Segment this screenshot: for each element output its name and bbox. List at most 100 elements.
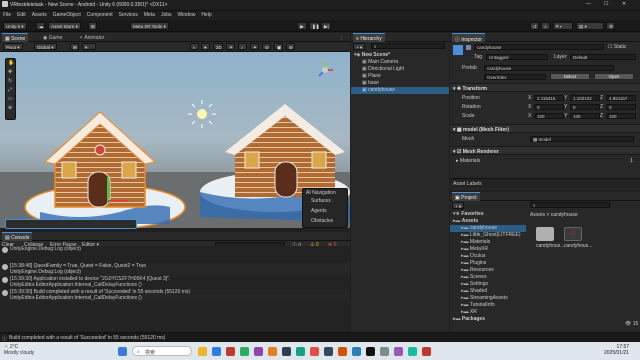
project-tree-item[interactable]: ▸▬ Scenes	[450, 274, 526, 281]
project-tree-item[interactable]: ▸▬ candyhouse	[450, 225, 526, 232]
menu-services[interactable]: Services	[116, 11, 141, 18]
transform-y-field[interactable]: 1.102102	[570, 95, 600, 101]
tab-console[interactable]: ▤ Console	[2, 232, 33, 241]
asset-folder-item[interactable]: candyhous...	[536, 227, 564, 249]
hierarchy-item[interactable]: ▣ Directional Light	[351, 66, 449, 73]
transform-y-field[interactable]: 100	[570, 113, 600, 119]
transform-tool-icon[interactable]: ⊕	[8, 105, 12, 111]
project-tree-item[interactable]: ▸▬ Little_Ghost(LITFREE)	[450, 232, 526, 239]
asset-model-item[interactable]: ⌂ candyhous...	[564, 227, 592, 249]
taskbar-app-blue-icon[interactable]	[352, 347, 361, 356]
transform-z-field[interactable]: 100	[606, 113, 636, 119]
taskbar-app-mint-icon[interactable]	[408, 347, 417, 356]
transform-header[interactable]: ▾ ✥ Transform	[450, 83, 640, 92]
project-tree-item[interactable]: ▸▬ Plugins	[450, 260, 526, 267]
console-log-row[interactable]: [15:39:30] Application installed to devi…	[0, 276, 350, 289]
project-tree-item[interactable]: ▸▬ TutorialInfo	[450, 302, 526, 309]
shading-solid-icon[interactable]: ●	[201, 43, 210, 50]
taskbar-app-unity-icon[interactable]	[366, 347, 375, 356]
project-tree-item[interactable]: ▸▬ Resources	[450, 267, 526, 274]
object-name-field[interactable]: candyhouse	[474, 44, 604, 50]
axis-z-label[interactable]: Z	[600, 95, 603, 101]
history-icon[interactable]: ↺	[530, 22, 539, 30]
shading-wire-icon[interactable]: ◐	[190, 43, 199, 50]
taskbar-app-dark-icon[interactable]	[282, 347, 291, 356]
menu-file[interactable]: File	[0, 11, 14, 18]
tag-dropdown[interactable]: Untagged	[486, 54, 548, 60]
axis-y-label[interactable]: Y	[564, 104, 567, 110]
project-tree-item[interactable]: ▸▬ Shaded	[450, 288, 526, 295]
menu-assets[interactable]: Assets	[29, 11, 50, 18]
materials-foldout[interactable]: ▸ Materials	[456, 158, 480, 164]
axis-y-label[interactable]: Y	[564, 95, 567, 101]
start-windows-icon[interactable]	[118, 347, 127, 356]
console-log-row[interactable]: [15:38:48] QuestFamily = True, Quest = F…	[0, 263, 350, 276]
hierarchy-item[interactable]: ▣ base	[351, 80, 449, 87]
grid-snap-icon[interactable]: ⊞	[70, 43, 79, 50]
taskbar-app-edge-icon[interactable]	[212, 347, 221, 356]
project-tree-item[interactable]: ▸▬ MetaXR	[450, 246, 526, 253]
overrides-dropdown[interactable]: Overrides	[484, 74, 546, 80]
prefab-open-button[interactable]: Open	[594, 73, 634, 80]
console-log-row[interactable]: [15:39:30] Build completed with a result…	[0, 289, 350, 302]
camera-icon[interactable]: ▣	[274, 43, 283, 50]
tab-project[interactable]: ▣ Project	[452, 192, 480, 201]
hierarchy-item[interactable]: ▾◈ New Scene*	[351, 52, 449, 59]
tab-scene[interactable]: ▦ Scene	[2, 33, 29, 42]
hidden-objects-icon[interactable]: ⊘	[262, 43, 271, 50]
snap-dropdown[interactable]: ▾	[82, 43, 96, 50]
transform-x-field[interactable]: 2.116315	[534, 95, 564, 101]
axis-z-label[interactable]: Z	[600, 113, 603, 119]
asset-store-button[interactable]: Asset Store ▾	[48, 22, 81, 30]
pivot-dropdown[interactable]: Pivot ▾	[3, 43, 23, 50]
clock[interactable]: 17:57 2025/01/21	[604, 344, 629, 356]
taskbar-app-crimson-icon[interactable]	[422, 347, 431, 356]
axis-x-label[interactable]: X	[528, 95, 531, 101]
hierarchy-item[interactable]: ▣ Main Camera	[351, 59, 449, 66]
project-tree-item[interactable]: ▸▬ Packages	[450, 316, 526, 323]
view-2d-button[interactable]: 2D	[213, 43, 223, 50]
axis-x-label[interactable]: X	[528, 113, 531, 119]
menu-jobs[interactable]: Jobs	[158, 11, 175, 18]
layers-dropdown[interactable]: ⌗ ▾	[553, 22, 573, 30]
menu-help[interactable]: Help	[198, 11, 214, 18]
project-tree-item[interactable]: ▸▬ Assets	[450, 218, 526, 225]
project-tree-item[interactable]: ▸▬ StreamingAssets	[450, 295, 526, 302]
layer-dropdown[interactable]: Default	[570, 54, 636, 60]
effects-icon[interactable]: ✦	[250, 43, 259, 50]
maximize-button[interactable]: ☐	[604, 1, 608, 7]
menu-edit[interactable]: Edit	[14, 11, 29, 18]
scene-menu-icon[interactable]: ⋮	[336, 33, 347, 42]
taskbar-search[interactable]: ⌕ 検索	[132, 346, 192, 356]
move-tool-icon[interactable]: ✥	[8, 69, 12, 75]
meta-tools-button[interactable]: Meta XR Tools ▾	[130, 22, 169, 30]
taskbar-app-youtube-icon[interactable]	[310, 347, 319, 356]
menu-meta[interactable]: Meta	[141, 11, 158, 18]
taskbar-app-red-icon[interactable]	[226, 347, 235, 356]
rect-tool-icon[interactable]: ▭	[8, 96, 13, 102]
minimize-button[interactable]: —	[586, 1, 591, 7]
breadcrumb-root[interactable]: Assets	[530, 212, 545, 218]
extensions-icon[interactable]: ⊞	[88, 22, 97, 30]
layout-dropdown[interactable]: ▤ ▾	[576, 22, 604, 30]
step-icon[interactable]: ▶|	[321, 22, 331, 30]
taskbar-app-gray-icon[interactable]	[380, 347, 389, 356]
transform-x-field[interactable]: 0	[534, 104, 564, 110]
close-button[interactable]: ✕	[622, 1, 626, 7]
ai-nav-surfaces[interactable]: Surfaces	[311, 198, 331, 204]
menu-window[interactable]: Window	[175, 11, 199, 18]
rotate-tool-icon[interactable]: ↻	[8, 78, 12, 84]
tab-game[interactable]: ◉ Game	[40, 33, 65, 42]
console-log-row[interactable]: UnityEngine.Debug:Log (object)	[0, 246, 350, 259]
project-tree-item[interactable]: ▸▬ XR	[450, 309, 526, 316]
project-tree-item[interactable]: ▸▬ Materials	[450, 239, 526, 246]
hierarchy-item[interactable]: ▣ Plane	[351, 73, 449, 80]
axis-z-label[interactable]: Z	[600, 104, 603, 110]
tab-animator[interactable]: ⚬ Animator	[76, 33, 107, 42]
project-search-input[interactable]: ⌕	[530, 202, 610, 208]
transform-z-field[interactable]: 0	[606, 104, 636, 110]
hierarchy-item[interactable]: ▣ candyhouse	[351, 87, 449, 94]
mesh-renderer-header[interactable]: ▾ ☑ Mesh Renderer	[450, 146, 640, 155]
static-toggle[interactable]: ☐ Static	[608, 44, 626, 50]
menu-gameobject[interactable]: GameObject	[50, 11, 84, 18]
